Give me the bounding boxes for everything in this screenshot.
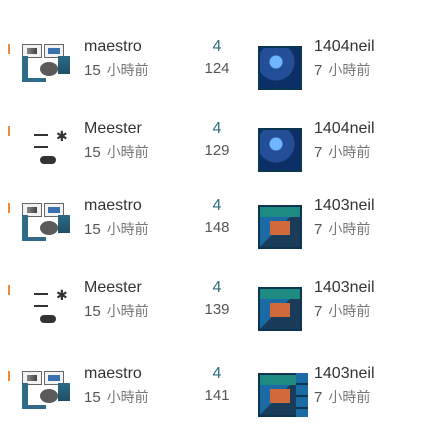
game-title[interactable]: 1404neil (314, 120, 375, 138)
activity-list: maestro 15 小時前 4 124 1404neil 7 小時前 ✱ Mees… (0, 0, 430, 433)
game-thumbnail[interactable] (258, 128, 302, 172)
meester-avatar-icon[interactable]: ✱ (22, 126, 76, 164)
game-thumbnail[interactable] (258, 287, 302, 331)
username[interactable]: maestro (84, 38, 142, 56)
game-subline: 7 小時前 (314, 387, 370, 407)
avatar-asterisk-icon: ✱ (56, 128, 68, 144)
user-value: 15 (84, 62, 101, 79)
game-unit: 小時前 (328, 389, 371, 405)
list-item[interactable]: maestro 15 小時前 4 124 1404neil 7 小時前 (0, 18, 430, 100)
avatar-asterisk-icon: ✱ (56, 287, 68, 303)
count-a: 4 (212, 365, 222, 382)
avatar-eq-icon (34, 134, 48, 148)
user-unit: 小時前 (106, 221, 149, 237)
user-subline: 15 小時前 (84, 301, 149, 321)
count-b: 148 (204, 219, 230, 236)
count-b: 139 (204, 301, 230, 318)
list-item[interactable]: maestro 15 小時前 4 148 1403neil 7 小時前 (0, 177, 430, 259)
user-unit: 小時前 (106, 144, 149, 160)
row-tick-icon (8, 285, 10, 295)
user-subline: 15 小時前 (84, 142, 149, 162)
game-subline: 7 小時前 (314, 142, 370, 162)
count-a: 4 (212, 38, 222, 55)
user-avatar-icon[interactable] (22, 44, 76, 82)
list-item[interactable]: maestro 15 小時前 4 141 1403neil 7 小時前 (0, 345, 430, 427)
avatar-eq-icon (34, 293, 48, 307)
row-tick-icon (8, 44, 10, 54)
game-thumbnail[interactable] (258, 373, 308, 417)
username[interactable]: Meester (84, 120, 142, 138)
row-tick-icon (8, 126, 10, 136)
game-title[interactable]: 1403neil (314, 197, 375, 215)
game-value: 7 (314, 221, 323, 238)
game-unit: 小時前 (328, 144, 371, 160)
count-a: 4 (212, 279, 222, 296)
game-unit: 小時前 (328, 62, 371, 78)
user-subline: 15 小時前 (84, 60, 149, 80)
game-value: 7 (314, 62, 323, 79)
avatar-stripe-icon (58, 56, 70, 74)
game-unit: 小時前 (328, 303, 371, 319)
avatar-stripe-icon (58, 215, 70, 233)
user-unit: 小時前 (106, 62, 149, 78)
count-a: 4 (212, 197, 222, 214)
username[interactable]: Meester (84, 279, 142, 297)
meester-avatar-icon[interactable]: ✱ (22, 285, 76, 323)
game-thumbnail[interactable] (258, 205, 302, 249)
game-value: 7 (314, 389, 323, 406)
game-value: 7 (314, 303, 323, 320)
user-unit: 小時前 (106, 303, 149, 319)
avatar-oval-icon (40, 62, 58, 76)
count-b: 129 (204, 142, 230, 159)
game-subline: 7 小時前 (314, 301, 370, 321)
user-subline: 15 小時前 (84, 219, 149, 239)
row-tick-icon (8, 203, 10, 213)
user-subline: 15 小時前 (84, 387, 149, 407)
game-title[interactable]: 1403neil (314, 279, 375, 297)
list-item[interactable]: ✱ Meester 15 小時前 4 139 1403neil 7 小時前 (0, 259, 430, 341)
user-value: 15 (84, 389, 101, 406)
username[interactable]: maestro (84, 365, 142, 383)
row-tick-icon (8, 371, 10, 381)
count-a: 4 (212, 120, 222, 137)
avatar-oval-icon (40, 221, 58, 235)
avatar-dot-icon (40, 156, 56, 164)
game-subline: 7 小時前 (314, 219, 370, 239)
user-avatar-icon[interactable] (22, 203, 76, 241)
count-b: 124 (204, 60, 230, 77)
avatar-oval-icon (40, 389, 58, 403)
avatar-dot-icon (40, 315, 56, 323)
user-avatar-icon[interactable] (22, 371, 76, 409)
username[interactable]: maestro (84, 197, 142, 215)
count-b: 141 (204, 387, 230, 404)
list-item[interactable]: ✱ Meester 15 小時前 4 129 1404neil 7 小時前 (0, 100, 430, 182)
user-value: 15 (84, 144, 101, 161)
avatar-stripe-icon (58, 383, 70, 401)
user-value: 15 (84, 303, 101, 320)
game-title[interactable]: 1403neil (314, 365, 375, 383)
game-thumbnail[interactable] (258, 46, 302, 90)
game-unit: 小時前 (328, 221, 371, 237)
game-title[interactable]: 1404neil (314, 38, 375, 56)
game-value: 7 (314, 144, 323, 161)
game-subline: 7 小時前 (314, 60, 370, 80)
user-value: 15 (84, 221, 101, 238)
user-unit: 小時前 (106, 389, 149, 405)
